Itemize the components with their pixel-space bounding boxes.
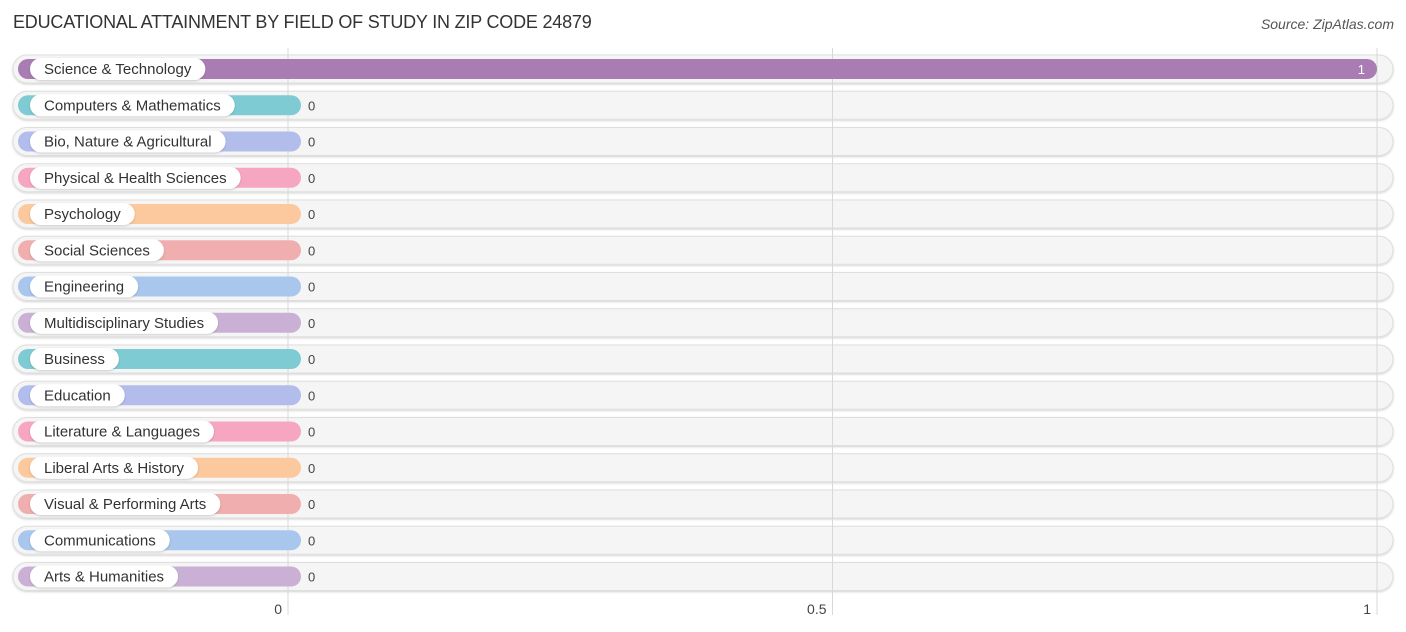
value-label: 0 xyxy=(308,388,315,403)
category-label: Arts & Humanities xyxy=(44,569,164,586)
category-label: Education xyxy=(44,387,111,404)
value-label: 0 xyxy=(308,570,315,585)
x-tick-label: 0.5 xyxy=(807,601,827,617)
category-label: Communications xyxy=(44,532,156,549)
value-label: 0 xyxy=(308,171,315,186)
value-label: 0 xyxy=(308,243,315,258)
x-tick-label: 1 xyxy=(1363,601,1371,617)
value-label: 0 xyxy=(308,98,315,113)
value-label: 0 xyxy=(308,352,315,367)
category-label: Science & Technology xyxy=(44,61,192,78)
value-label: 0 xyxy=(308,207,315,222)
category-label: Visual & Performing Arts xyxy=(44,496,206,513)
category-label: Computers & Mathematics xyxy=(44,97,221,114)
value-label: 0 xyxy=(308,316,315,331)
value-label: 0 xyxy=(308,497,315,512)
value-label: 1 xyxy=(1358,62,1365,77)
x-tick-label: 0 xyxy=(274,601,282,617)
value-label: 0 xyxy=(308,461,315,476)
bar-chart: Science & Technology 1 Computers & Mathema… xyxy=(12,48,1394,617)
value-label: 0 xyxy=(308,280,315,295)
category-label: Bio, Nature & Agricultural xyxy=(44,134,212,151)
category-label: Multidisciplinary Studies xyxy=(44,315,204,332)
value-label: 0 xyxy=(308,533,315,548)
category-label: Physical & Health Sciences xyxy=(44,170,227,187)
category-label: Social Sciences xyxy=(44,242,150,259)
category-label: Engineering xyxy=(44,279,124,296)
category-label: Liberal Arts & History xyxy=(44,460,185,477)
value-label: 0 xyxy=(308,135,315,150)
category-label: Literature & Languages xyxy=(44,424,200,441)
category-label: Business xyxy=(44,351,105,368)
bar xyxy=(18,59,1377,79)
value-label: 0 xyxy=(308,425,315,440)
category-label: Psychology xyxy=(44,206,121,223)
